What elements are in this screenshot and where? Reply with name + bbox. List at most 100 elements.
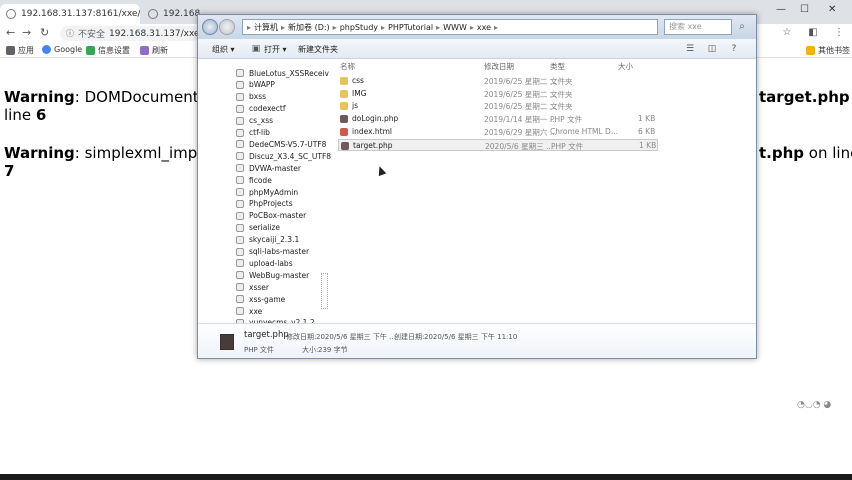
star-icon[interactable]: ☆ [780,26,794,40]
file-row[interactable]: css 2019/6/25 星期二 ... 文件夹 [338,75,658,87]
explorer-forward-button[interactable] [219,19,235,35]
nav-folder-label: sqli-labs-master [249,247,310,256]
file-icon [340,127,348,136]
file-size: 6 KB [638,126,656,136]
nav-folder-item[interactable]: DVWA-master [236,162,301,174]
tab-second[interactable]: 192.168.31.1 [142,4,202,24]
tab-active[interactable]: 192.168.31.137:8161/xxe/Do × [0,4,140,24]
explorer-navigation-pane: BlueLotus_XSSReceiv bWAPP bxss codexectf cs_… [198,59,333,327]
nav-folder-item[interactable]: xss-game [236,293,285,305]
close-window-button[interactable]: ✕ [828,4,836,15]
help-icon[interactable]: ? [728,43,740,55]
nav-folder-label: xsser [249,282,269,292]
bookmark-apps[interactable]: 应用 [6,45,34,56]
apps-grid-icon [6,46,15,55]
column-date[interactable]: 修改日期 [484,61,514,72]
organize-button[interactable]: 组织 ▾ [212,44,235,55]
maximize-button[interactable]: ☐ [800,4,809,15]
column-type[interactable]: 类型 [550,61,565,72]
globe-icon [148,9,158,19]
file-type: 文件夹 [550,102,573,112]
nav-folder-item[interactable]: skycaiji_2.3.1 [236,234,299,246]
search-icon[interactable]: ⌕ [734,19,750,35]
nav-folder-item[interactable]: WebBug-master [236,269,309,281]
breadcrumb-computer[interactable]: 计算机 [254,22,278,33]
view-options-icon[interactable]: ☰ [684,43,696,55]
new-folder-button[interactable]: 新建文件夹 [298,44,338,55]
explorer-details-pane: target.php 修改日期: 2020/5/6 星期三 下午 ... 创建日… [198,323,756,358]
breadcrumb-phptutorial[interactable]: PHPTutorial [388,23,433,32]
column-size[interactable]: 大小 [618,61,633,72]
bottom-taskbar-strip [0,474,852,480]
file-type: 文件夹 [550,89,573,99]
nav-folder-label: xss-game [249,294,286,304]
column-name[interactable]: 名称 [340,61,355,72]
nav-folder-item[interactable]: ctf-lib [236,127,270,139]
nav-scrollbar[interactable] [321,273,328,309]
forward-arrow-icon[interactable]: → [22,26,31,39]
explorer-back-button[interactable] [202,19,218,35]
warning-line-2-cont: 7 [4,162,15,180]
bookmark-google[interactable]: Google [42,45,82,54]
nav-folder-item[interactable]: Discuz_X3.4_SC_UTF8 [236,150,331,162]
breadcrumb-drive[interactable]: 新加卷 (D:) [288,22,330,33]
open-button[interactable]: 打开 ▾ [264,44,287,55]
explorer-search-input[interactable]: 搜索 xxe [664,19,732,35]
file-row[interactable]: index.html 2019/6/29 星期六 ... Chrome HTML D… [338,126,658,138]
extension-icon[interactable]: ◧ [806,26,820,40]
explorer-command-bar: 组织 ▾ ▣ 打开 ▾ 新建文件夹 ☰ ◫ ? [198,39,756,59]
breadcrumb-separator: ▸ [332,22,337,32]
bookmark-refresh[interactable]: 刷新 [140,45,168,56]
nav-folder-item[interactable]: serialize [236,222,280,234]
breadcrumb-xxe[interactable]: xxe [477,23,491,32]
address-bar[interactable]: ⓘ 不安全 192.168.31.137/xxe [60,26,200,41]
bookmark-info-settings[interactable]: 信息设置 [86,45,130,56]
breadcrumb-www[interactable]: WWW [443,23,467,32]
nav-folder-item[interactable]: PoCBox-master [236,210,306,222]
folder-icon [236,259,244,268]
folder-icon [236,116,244,125]
file-row[interactable]: doLogin.php 2019/1/14 星期一 ... PHP 文件 1 KB [338,113,658,125]
nav-folder-item[interactable]: xsser [236,281,269,293]
details-size-value: 239 字节 [318,346,348,354]
nav-folder-item[interactable]: sqli-labs-master [236,246,309,258]
insecure-label: 不安全 [78,30,106,40]
nav-folder-item[interactable]: PhpProjects [236,198,293,210]
file-date: 2019/1/14 星期一 ... [484,115,557,125]
folder-icon [236,92,244,101]
back-arrow-icon[interactable]: ← [6,26,15,39]
nav-folder-label: PoCBox-master [249,211,307,221]
breadcrumb-separator: ▸ [469,22,474,32]
minimize-button[interactable]: — [776,4,786,15]
file-explorer-window: ▸ 计算机 ▸ 新加卷 (D:) ▸ phpStudy ▸ PHPTutoria… [197,14,757,359]
file-row[interactable]: js 2019/6/25 星期二 ... 文件夹 [338,100,658,112]
nav-folder-item[interactable]: bWAPP [236,79,275,91]
preview-pane-icon[interactable]: ◫ [706,43,718,55]
nav-folder-label: DVWA-master [249,163,301,173]
folder-icon [340,77,348,85]
nav-folder-item[interactable]: codexectf [236,103,285,115]
file-row[interactable]: target.php 2020/5/6 星期三 ... PHP 文件 1 KB [338,138,658,151]
nav-folder-item[interactable]: DedeCMS-V5.7-UTF8 [236,138,326,150]
file-name: index.html [352,126,392,136]
bookmark-icon [140,46,149,55]
nav-folder-item[interactable]: BlueLotus_XSSReceiv [236,67,329,79]
file-size: 1 KB [639,140,657,150]
bookmark-other[interactable]: 其他书签 [806,45,850,56]
nav-folder-item[interactable]: ficode [236,174,272,186]
menu-dots-icon[interactable]: ⋮ [832,26,846,40]
file-row[interactable]: IMG 2019/6/25 星期二 ... 文件夹 [338,88,658,100]
file-type: PHP 文件 [551,141,584,151]
nav-folder-item[interactable]: xxe [236,305,262,317]
nav-folder-item[interactable]: phpMyAdmin [236,186,298,198]
nav-folder-item[interactable]: bxss [236,91,266,103]
folder-icon [236,164,244,173]
nav-folder-item[interactable]: cs_xss [236,115,273,127]
info-icon[interactable]: ⓘ [66,28,74,39]
explorer-address-bar[interactable]: ▸ 计算机 ▸ 新加卷 (D:) ▸ phpStudy ▸ PHPTutoria… [242,19,658,35]
nav-folder-item[interactable]: upload-labs [236,257,293,269]
details-filename: target.php [244,330,289,340]
details-size-label: 大小: [302,346,319,354]
reload-icon[interactable]: ↻ [40,26,49,39]
breadcrumb-phpstudy[interactable]: phpStudy [340,23,378,32]
